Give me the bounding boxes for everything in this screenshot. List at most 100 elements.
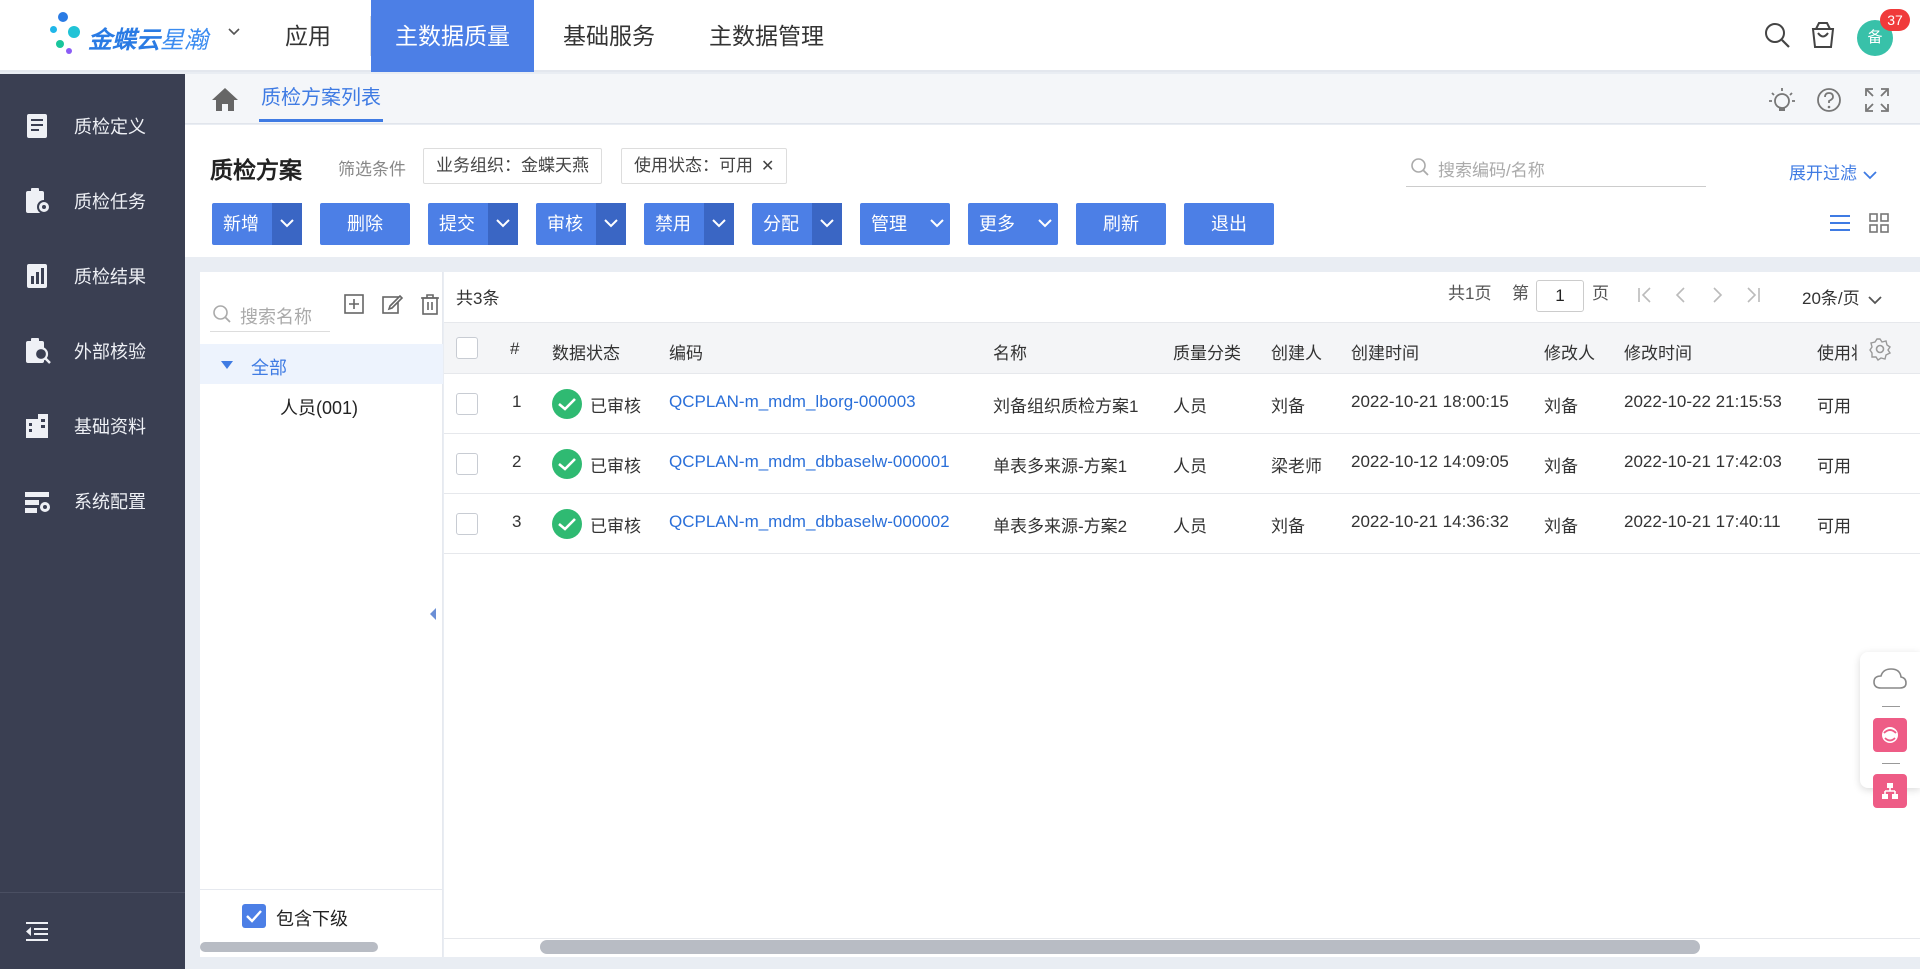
prev-page-icon[interactable]	[1672, 286, 1690, 304]
nav-item-base-services[interactable]: 基础服务	[539, 0, 679, 72]
row-created-time: 2022-10-21 14:36:32	[1351, 512, 1509, 531]
col-quality-category[interactable]: 质量分类	[1173, 339, 1241, 364]
submit-button[interactable]: 提交	[428, 203, 518, 245]
col-creator[interactable]: 创建人	[1271, 339, 1322, 364]
assign-button[interactable]: 分配	[752, 203, 842, 245]
fullscreen-icon[interactable]	[1863, 86, 1891, 114]
sidebar-item-external-verify[interactable]: 外部核验	[0, 313, 185, 388]
col-data-status[interactable]: 数据状态	[552, 339, 620, 364]
collapse-menu-icon[interactable]	[22, 916, 52, 946]
chevron-down-icon	[1863, 170, 1877, 179]
row-name: 单表多来源-方案2	[993, 517, 1128, 536]
refresh-button[interactable]: 刷新	[1076, 203, 1166, 245]
table-horizontal-scrollbar[interactable]	[540, 940, 1700, 954]
assign-dropdown[interactable]	[812, 203, 842, 245]
table-row[interactable]: 1 已审核 QCPLAN-m_mdm_lborg-000003 刘备组织质检方案…	[444, 374, 1920, 434]
sidebar-item-qc-task[interactable]: 质检任务	[0, 163, 185, 238]
sidebar-item-qc-result[interactable]: 质检结果	[0, 238, 185, 313]
col-use-status[interactable]: 使用状	[1817, 339, 1857, 364]
gear-icon[interactable]	[1868, 337, 1892, 361]
tree-search-input[interactable]: 搜索名称	[210, 292, 330, 332]
tree-node-all[interactable]: 全部	[200, 344, 443, 384]
assistant-button[interactable]	[1873, 718, 1907, 752]
delete-node-icon[interactable]	[418, 292, 442, 316]
config-icon	[25, 491, 50, 513]
search-icon[interactable]	[1762, 20, 1792, 50]
expand-filter-link[interactable]: 展开过滤	[1789, 159, 1877, 184]
add-dropdown[interactable]	[272, 203, 302, 245]
add-button[interactable]: 新增	[212, 203, 302, 245]
book-icon	[27, 113, 47, 138]
checkmark-icon	[246, 910, 262, 923]
col-name[interactable]: 名称	[993, 339, 1027, 364]
filter-label: 筛选条件	[338, 160, 406, 179]
sidebar-item-basic-data[interactable]: 基础资料	[0, 388, 185, 463]
search-icon	[213, 305, 231, 323]
col-modifier[interactable]: 修改人	[1544, 339, 1595, 364]
filter-chip-org[interactable]: 业务组织：金蝶天燕	[423, 148, 602, 184]
next-page-icon[interactable]	[1708, 286, 1726, 304]
brand-name-light: 星瀚	[160, 27, 208, 54]
table-row[interactable]: 3 已审核 QCPLAN-m_mdm_dbbaselw-000002 单表多来源…	[444, 494, 1920, 554]
row-creator: 梁老师	[1271, 457, 1322, 476]
row-checkbox[interactable]	[456, 453, 478, 475]
row-checkbox[interactable]	[456, 513, 478, 535]
row-code-link[interactable]: QCPLAN-m_mdm_dbbaselw-000001	[669, 452, 950, 472]
tab-qc-plan-list[interactable]: 质检方案列表	[259, 74, 383, 122]
row-status: 已审核	[590, 517, 641, 536]
more-button[interactable]: 更多	[968, 203, 1058, 245]
sidebar-item-label: 质检任务	[74, 191, 146, 212]
table-panel: 共3条 共1页 第 1 页 20条/页 # 数据状态 编码 名称 质量分类 创建…	[444, 272, 1920, 957]
row-code-link[interactable]: QCPLAN-m_mdm_lborg-000003	[669, 392, 916, 412]
chevron-down-icon	[1868, 295, 1882, 304]
grid-view-icon[interactable]	[1867, 211, 1891, 235]
delete-button[interactable]: 删除	[320, 203, 410, 245]
select-all-checkbox[interactable]	[456, 337, 478, 359]
home-icon[interactable]	[211, 86, 239, 112]
col-created-time[interactable]: 创建时间	[1351, 339, 1419, 364]
search-input[interactable]: 搜索编码/名称	[1406, 147, 1706, 187]
audit-dropdown[interactable]	[596, 203, 626, 245]
nav-item-md-quality[interactable]: 主数据质量	[371, 0, 534, 72]
chevron-down-icon	[820, 219, 834, 228]
disable-dropdown[interactable]	[704, 203, 734, 245]
sidebar-item-qc-definition[interactable]: 质检定义	[0, 88, 185, 163]
filter-chip-status[interactable]: 使用状态：可用 ✕	[621, 148, 788, 184]
tree-node-person[interactable]: 人员(001)	[280, 394, 358, 420]
tree-horizontal-scrollbar[interactable]	[200, 942, 378, 952]
nav-item-md-management[interactable]: 主数据管理	[685, 0, 848, 72]
page-size-select[interactable]: 20条/页	[1802, 284, 1882, 309]
cloud-icon[interactable]	[1872, 666, 1908, 692]
page-number-input[interactable]: 1	[1536, 280, 1584, 312]
lightbulb-icon[interactable]	[1768, 86, 1796, 114]
manage-button[interactable]: 管理	[860, 203, 950, 245]
brand-logo[interactable]: 金蝶云星瀚	[50, 12, 250, 60]
org-chart-button[interactable]	[1873, 774, 1907, 808]
include-sub-checkbox[interactable]	[242, 904, 266, 928]
row-checkbox[interactable]	[456, 393, 478, 415]
audit-button[interactable]: 审核	[536, 203, 626, 245]
task-icon	[26, 187, 51, 214]
row-category: 人员	[1173, 457, 1207, 476]
last-page-icon[interactable]	[1744, 286, 1762, 304]
sidebar-item-label: 质检定义	[74, 116, 146, 137]
col-code[interactable]: 编码	[669, 339, 703, 364]
sidebar-item-system-config[interactable]: 系统配置	[0, 463, 185, 538]
close-icon[interactable]: ✕	[761, 158, 774, 175]
include-sub-label: 包含下级	[276, 909, 348, 929]
col-modified-time[interactable]: 修改时间	[1624, 339, 1692, 364]
list-view-icon[interactable]	[1828, 211, 1852, 235]
nav-item-apps[interactable]: 应用	[261, 0, 355, 72]
row-code-link[interactable]: QCPLAN-m_mdm_dbbaselw-000002	[669, 512, 950, 532]
submit-dropdown[interactable]	[488, 203, 518, 245]
shopping-bag-icon[interactable]	[1808, 20, 1838, 50]
exit-button[interactable]: 退出	[1184, 203, 1274, 245]
add-node-icon[interactable]	[342, 292, 366, 316]
table-row[interactable]: 2 已审核 QCPLAN-m_mdm_dbbaselw-000001 单表多来源…	[444, 434, 1920, 494]
help-icon[interactable]	[1815, 86, 1843, 114]
top-navigation-bar: 金蝶云星瀚 应用 主数据质量 基础服务 主数据管理 备 37	[0, 0, 1920, 72]
disable-button[interactable]: 禁用	[644, 203, 734, 245]
edit-node-icon[interactable]	[380, 292, 404, 316]
first-page-icon[interactable]	[1636, 286, 1654, 304]
chevron-down-icon[interactable]	[228, 26, 240, 38]
